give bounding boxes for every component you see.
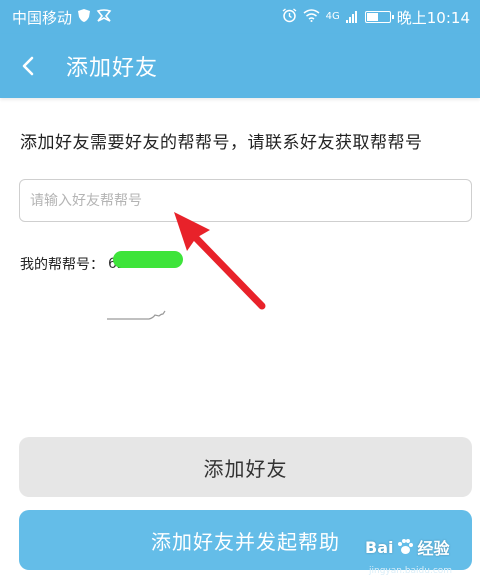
carrier-label: 中国移动	[12, 8, 73, 27]
status-bar: 中国移动 4G 晚上10:14	[0, 0, 480, 34]
paw-icon	[398, 539, 414, 554]
baidu-watermark: Bai 经验	[365, 535, 450, 559]
signal-icon	[345, 11, 357, 23]
friend-id-input[interactable]	[19, 179, 472, 222]
chevron-left-icon	[22, 56, 34, 76]
status-right: 4G 晚上10:14	[282, 7, 470, 28]
chat-app-icon	[96, 9, 112, 25]
battery-icon	[364, 11, 394, 23]
status-left: 中国移动	[12, 7, 112, 28]
scribble-mark	[107, 310, 166, 320]
shield-app-icon	[78, 9, 91, 25]
watermark-url: jingyan.baidu.com	[369, 566, 453, 576]
my-id-label: 我的帮帮号：	[20, 257, 104, 273]
back-button[interactable]	[0, 34, 58, 98]
network-type-badge: 4G	[325, 11, 340, 22]
instruction-text: 添加好友需要好友的帮帮号，请联系好友获取帮帮号	[20, 133, 423, 153]
page-title: 添加好友	[66, 56, 159, 81]
alarm-icon	[282, 8, 297, 26]
redaction-mark	[113, 251, 183, 268]
watermark-brand-suffix: 经验	[417, 539, 450, 558]
watermark-brand: Bai	[365, 537, 394, 557]
status-time: 晚上10:14	[396, 8, 470, 27]
wifi-icon	[303, 9, 320, 25]
app-bar: 添加好友	[0, 34, 480, 98]
add-friend-button[interactable]: 添加好友	[19, 437, 472, 497]
